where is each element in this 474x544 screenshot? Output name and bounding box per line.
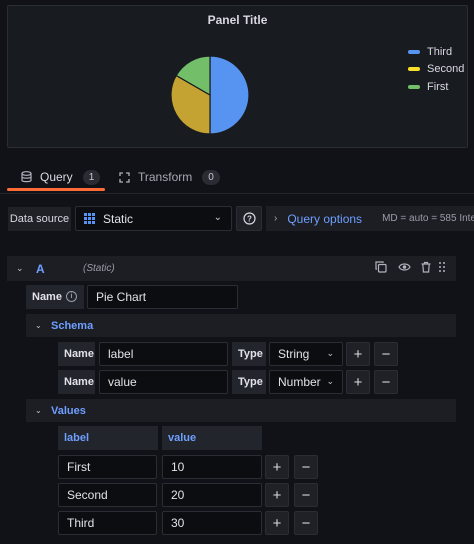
schema-type-label: Type bbox=[232, 342, 266, 366]
plus-icon: + bbox=[272, 514, 282, 532]
remove-row-button[interactable]: − bbox=[294, 455, 318, 479]
schema-type-label: Type bbox=[232, 370, 266, 394]
remove-field-button[interactable]: − bbox=[374, 342, 398, 366]
minus-icon: − bbox=[301, 514, 311, 532]
plus-icon: + bbox=[272, 486, 282, 504]
query-options-bar[interactable]: › Query options MD = auto = 585 Interval… bbox=[266, 206, 474, 231]
query-ref-id[interactable]: A bbox=[36, 262, 45, 276]
tab-query-label: Query bbox=[40, 170, 73, 184]
question-circle-icon: ? bbox=[242, 212, 256, 225]
duplicate-icon[interactable] bbox=[375, 261, 387, 276]
add-row-button[interactable]: + bbox=[265, 483, 289, 507]
legend-swatch bbox=[408, 84, 420, 89]
chevron-down-icon: ⌄ bbox=[326, 348, 334, 358]
chevron-down-icon: ⌄ bbox=[326, 376, 334, 386]
panel-title: Panel Title bbox=[207, 13, 268, 27]
remove-field-button[interactable]: − bbox=[374, 370, 398, 394]
value-cell-value[interactable]: 30 bbox=[162, 511, 262, 535]
datasource-select[interactable]: Static ⌄ bbox=[75, 206, 232, 231]
query-options-link[interactable]: Query options bbox=[287, 212, 362, 226]
legend-label: First bbox=[427, 80, 449, 93]
datasource-help-button[interactable]: ? bbox=[236, 206, 262, 231]
schema-name-label: Name bbox=[58, 370, 95, 394]
pie-slice-third[interactable] bbox=[209, 55, 250, 135]
schema-field-name-input[interactable]: label bbox=[99, 342, 228, 366]
schema-type-select[interactable]: String ⌄ bbox=[269, 342, 343, 366]
add-row-button[interactable]: + bbox=[265, 511, 289, 535]
pie-chart bbox=[170, 55, 250, 135]
tab-query[interactable]: Query 1 bbox=[7, 164, 105, 190]
tab-transform-count: 0 bbox=[202, 169, 220, 185]
tab-transform-label: Transform bbox=[138, 170, 193, 184]
collapse-chevron-icon[interactable]: ⌄ bbox=[35, 406, 42, 415]
schema-type-value: String bbox=[278, 347, 310, 361]
value-cell-label[interactable]: Second bbox=[58, 483, 157, 507]
values-section-header[interactable]: ⌄ Values bbox=[26, 399, 456, 422]
trash-icon[interactable] bbox=[420, 261, 432, 276]
remove-row-button[interactable]: − bbox=[294, 511, 318, 535]
legend-label: Second bbox=[427, 63, 465, 76]
database-icon bbox=[21, 171, 32, 183]
schema-section-header[interactable]: ⌄ Schema bbox=[26, 314, 456, 337]
legend-item-second[interactable]: Second bbox=[408, 61, 464, 79]
legend-item-first[interactable]: First bbox=[408, 78, 464, 96]
minus-icon: − bbox=[301, 458, 311, 476]
collapse-chevron-icon[interactable]: ⌄ bbox=[35, 321, 42, 330]
chevron-down-icon: ⌄ bbox=[213, 212, 222, 223]
plus-icon: + bbox=[353, 345, 363, 363]
value-cell-value[interactable]: 10 bbox=[162, 455, 262, 479]
active-tab-indicator bbox=[7, 188, 105, 191]
query-editor-root: Panel Title Third Second First Query 1 T… bbox=[0, 0, 474, 544]
add-field-button[interactable]: + bbox=[346, 342, 370, 366]
value-cell-label[interactable]: Third bbox=[58, 511, 157, 535]
tab-transform[interactable]: Transform 0 bbox=[117, 164, 220, 190]
query-datasource-hint: (Static) bbox=[83, 263, 115, 274]
legend-item-third[interactable]: Third bbox=[408, 43, 464, 61]
query-options-meta: MD = auto = 585 Interval = 1m bbox=[382, 213, 474, 224]
datasource-selected: Static bbox=[103, 211, 134, 226]
legend-label: Third bbox=[427, 45, 453, 58]
info-icon[interactable]: i bbox=[66, 291, 77, 302]
schema-title: Schema bbox=[51, 319, 94, 332]
datasource-label: Data source bbox=[8, 207, 71, 231]
eye-icon[interactable] bbox=[398, 261, 411, 276]
value-cell-value[interactable]: 20 bbox=[162, 483, 262, 507]
legend-swatch bbox=[408, 49, 420, 54]
chart-legend: Third Second First bbox=[408, 43, 464, 96]
panel-preview: Panel Title Third Second First bbox=[7, 5, 468, 148]
minus-icon: − bbox=[301, 486, 311, 504]
collapse-chevron-icon[interactable]: ⌄ bbox=[16, 263, 24, 274]
query-row-header[interactable]: ⌄ A (Static) bbox=[7, 256, 456, 281]
legend-swatch bbox=[408, 67, 420, 72]
tabs-divider bbox=[0, 193, 474, 194]
query-name-input[interactable]: Pie Chart bbox=[87, 285, 238, 309]
svg-text:?: ? bbox=[247, 214, 252, 223]
plus-icon: + bbox=[272, 458, 282, 476]
plus-icon: + bbox=[353, 373, 363, 391]
minus-icon: − bbox=[381, 373, 391, 391]
minus-icon: − bbox=[381, 345, 391, 363]
drag-handle-icon[interactable] bbox=[438, 261, 446, 276]
values-column-header-value: value bbox=[162, 426, 262, 450]
values-column-header-label: label bbox=[58, 426, 158, 450]
values-title: Values bbox=[51, 404, 86, 417]
add-row-button[interactable]: + bbox=[265, 455, 289, 479]
chevron-right-icon: › bbox=[274, 213, 278, 224]
remove-row-button[interactable]: − bbox=[294, 483, 318, 507]
schema-type-value: Number bbox=[278, 375, 321, 389]
value-cell-label[interactable]: First bbox=[58, 455, 157, 479]
add-field-button[interactable]: + bbox=[346, 370, 370, 394]
schema-type-select[interactable]: Number ⌄ bbox=[269, 370, 343, 394]
schema-field-name-input[interactable]: value bbox=[99, 370, 228, 394]
transform-icon bbox=[119, 171, 130, 183]
static-datasource-icon bbox=[84, 213, 95, 224]
schema-name-label: Name bbox=[58, 342, 95, 366]
tab-query-count: 1 bbox=[82, 169, 101, 185]
